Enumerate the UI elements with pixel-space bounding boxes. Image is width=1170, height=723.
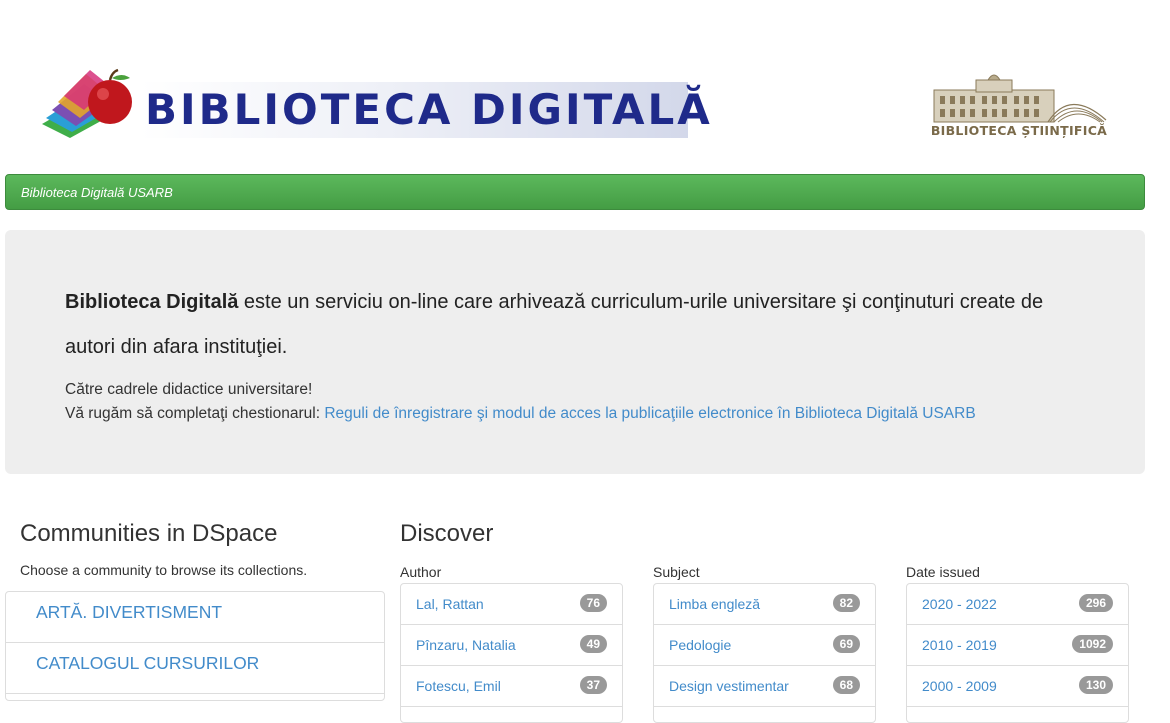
facet-link[interactable]: Lal, Rattan xyxy=(416,596,484,612)
community-link[interactable]: CATALOGUL CURSURILOR xyxy=(36,653,259,673)
discover-title: Discover xyxy=(400,520,494,547)
communities-subtitle: Choose a community to browse its collect… xyxy=(20,562,308,578)
facet-item: 2010 - 2019 1092 xyxy=(907,625,1128,666)
count-badge: 68 xyxy=(832,676,860,694)
scientific-library-logo-text: BIBLIOTECA ȘTIINȚIFICĂ xyxy=(930,123,1108,138)
facet-link[interactable]: Fotescu, Emil xyxy=(416,678,501,694)
facet-list: Lal, Rattan 76 Pînzaru, Natalia 49 Fotes… xyxy=(400,583,623,723)
facet-list: 2020 - 2022 296 2010 - 2019 1092 2000 - … xyxy=(906,583,1129,723)
facet-link[interactable]: Limba engleză xyxy=(669,596,760,612)
facet-list: Limba engleză 82 Pedologie 69 Design ves… xyxy=(653,583,876,723)
facet-item: Pînzaru, Natalia 49 xyxy=(401,625,622,666)
facet-link[interactable]: Design vestimentar xyxy=(669,678,789,694)
facet-item: Pedologie 69 xyxy=(654,625,875,666)
facet-item: Lal, Rattan 76 xyxy=(401,584,622,625)
community-link[interactable]: ARTĂ. DIVERTISMENT xyxy=(36,602,222,622)
facet-link[interactable]: Pedologie xyxy=(669,637,731,653)
communities-list: ARTĂ. DIVERTISMENT CATALOGUL CURSURILOR xyxy=(5,591,385,701)
communities-title: Communities in DSpace xyxy=(20,520,278,547)
facet-link[interactable]: 2020 - 2022 xyxy=(922,596,997,612)
facet-author: Author Lal, Rattan 76 Pînzaru, Natalia 4… xyxy=(400,563,623,723)
facet-label: Subject xyxy=(653,564,700,580)
list-item: ARTĂ. DIVERTISMENT xyxy=(6,592,384,643)
facet-item: Design vestimentar 68 xyxy=(654,666,875,707)
facet-label: Author xyxy=(400,564,442,580)
count-badge: 49 xyxy=(579,635,607,653)
intro-notice-line1: Către cadrele didactice universitare! xyxy=(65,381,313,398)
intro-notice: Către cadrele didactice universitare! Vă… xyxy=(65,378,1125,426)
facet-link[interactable]: 2000 - 2009 xyxy=(922,678,997,694)
count-badge: 296 xyxy=(1078,594,1113,612)
digital-library-logo-link[interactable]: BIBLIOTECA DIGITALĂ xyxy=(40,66,710,140)
navbar-brand-link[interactable]: Biblioteca Digitală USARB xyxy=(21,185,173,200)
registration-rules-link[interactable]: Reguli de înregistrare şi modul de acces… xyxy=(324,405,975,422)
count-badge: 69 xyxy=(832,635,860,653)
count-badge: 1092 xyxy=(1072,635,1113,653)
books-apple-icon xyxy=(42,68,132,138)
intro-lead: Biblioteca Digitală este un serviciu on-… xyxy=(65,280,1085,370)
intro-jumbotron: Biblioteca Digitală este un serviciu on-… xyxy=(5,230,1145,474)
facet-item: Limba engleză 82 xyxy=(654,584,875,625)
count-badge: 130 xyxy=(1078,676,1113,694)
library-building-icon xyxy=(933,74,1107,123)
facet-link[interactable]: Pînzaru, Natalia xyxy=(416,637,516,653)
site-banner: BIBLIOTECA DIGITALĂ BIBLIOTECA ȘTIINȚIFI… xyxy=(0,0,1170,172)
facet-link[interactable]: 2010 - 2019 xyxy=(922,637,997,653)
facet-item: Fotescu, Emil 37 xyxy=(401,666,622,707)
facet-item: 2020 - 2022 296 xyxy=(907,584,1128,625)
intro-notice-line2: Vă rugăm să completaţi chestionarul: Reg… xyxy=(65,402,1125,426)
count-badge: 37 xyxy=(579,676,607,694)
facet-item: 2000 - 2009 130 xyxy=(907,666,1128,707)
intro-notice-prefix: Vă rugăm să completaţi chestionarul: xyxy=(65,405,325,422)
facet-date-issued: Date issued 2020 - 2022 296 2010 - 2019 … xyxy=(906,563,1129,723)
list-item: CATALOGUL CURSURILOR xyxy=(6,643,384,694)
scientific-library-logo: BIBLIOTECA ȘTIINȚIFICĂ xyxy=(930,68,1108,138)
facet-subject: Subject Limba engleză 82 Pedologie 69 De… xyxy=(653,563,876,723)
count-badge: 76 xyxy=(579,594,607,612)
logo-title: BIBLIOTECA DIGITALĂ xyxy=(145,85,713,134)
top-navbar: Biblioteca Digitală USARB xyxy=(5,174,1145,210)
count-badge: 82 xyxy=(832,594,860,612)
facet-label: Date issued xyxy=(906,564,980,580)
intro-lead-bold: Biblioteca Digitală xyxy=(65,291,239,313)
